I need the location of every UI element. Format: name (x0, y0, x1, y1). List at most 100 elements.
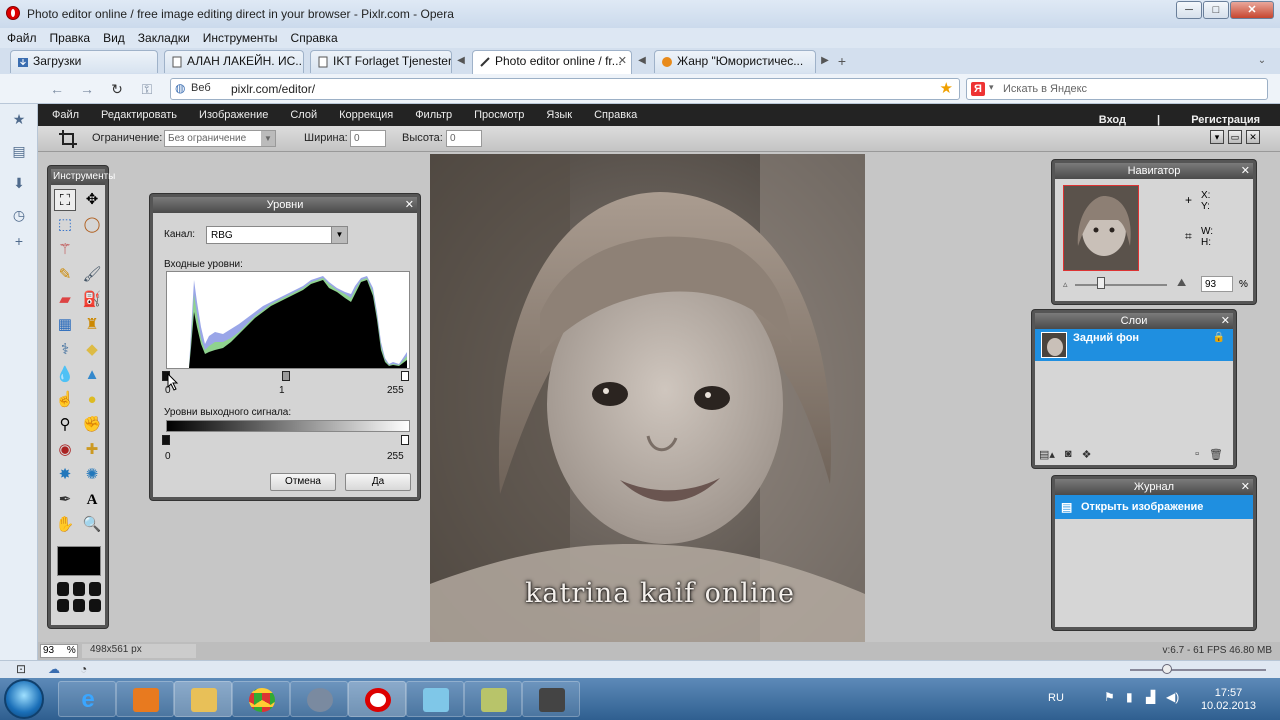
image-canvas[interactable]: katrina kaif online (430, 154, 865, 642)
taskbar-opera[interactable] (348, 681, 406, 717)
new-layer-icon[interactable]: ▫ (1195, 448, 1199, 461)
menu-edit[interactable]: Правка (43, 28, 97, 45)
taskbar-camera[interactable] (522, 681, 580, 717)
tab-menu-chevron-icon[interactable]: ⌄ (1256, 53, 1268, 69)
pixlr-menu-layer[interactable]: Слой (276, 104, 325, 121)
gradient-tool-icon[interactable]: ▦ (54, 314, 76, 336)
taskbar-explorer[interactable] (174, 681, 232, 717)
smudge-tool-icon[interactable]: ☝ (54, 389, 76, 411)
workspace-restore-icon[interactable]: ▭ (1228, 130, 1242, 144)
tab-close-icon[interactable]: ✕ (618, 51, 627, 72)
minimize-button[interactable]: ─ (1176, 1, 1202, 19)
input-gamma-slider[interactable] (282, 371, 290, 381)
login-link[interactable]: Вход (1085, 109, 1134, 126)
tab-pixlr[interactable]: Photo editor online / fr... ✕ (472, 50, 632, 74)
pixlr-menu-view[interactable]: Просмотр (460, 104, 532, 121)
pixlr-menu-image[interactable]: Изображение (185, 104, 276, 121)
menu-help[interactable]: Справка (284, 28, 344, 45)
zoom-out-icon[interactable]: ▵ (1063, 279, 1068, 290)
menu-file[interactable]: Файл (0, 28, 43, 45)
taskbar-ie[interactable]: e (58, 681, 116, 717)
workspace-close-icon[interactable]: ✕ (1246, 130, 1260, 144)
battery-icon[interactable]: ▮ (1126, 690, 1133, 704)
workspace-minimize-icon[interactable]: ▾ (1210, 130, 1224, 144)
tab-genre[interactable]: Жанр "Юмористичес... (654, 50, 816, 73)
network-icon[interactable]: ▟ (1146, 690, 1155, 704)
swatch-grid[interactable] (57, 582, 101, 612)
ok-button[interactable]: Да (345, 473, 411, 491)
tab-alan[interactable]: АЛАН ЛАКЕЙН. ИС... (164, 50, 304, 73)
zoom-tool-icon[interactable]: 🔍 (81, 514, 103, 536)
sharpen-tool-icon[interactable]: ▲ (81, 364, 103, 386)
drawing-tool-icon[interactable]: ◆ (81, 339, 103, 361)
spot-heal-tool-icon[interactable]: ✚ (81, 439, 103, 461)
search-input[interactable]: Я ▾ Искать в Яндекс (966, 78, 1268, 100)
clock[interactable]: 17:57 10.02.2013 (1201, 687, 1256, 713)
stamp-tool-icon[interactable]: ♜ (81, 314, 103, 336)
zoom-input[interactable]: 93 (1201, 276, 1233, 292)
brush-tool-icon[interactable]: 🖌 (81, 264, 103, 286)
color-swatch[interactable] (57, 546, 101, 576)
lock-icon[interactable]: 🔒 (1213, 329, 1225, 347)
notes-icon[interactable]: ▤ (10, 142, 28, 160)
tab-list-icon[interactable]: ▶ (819, 53, 831, 69)
menu-tools[interactable]: Инструменты (196, 28, 284, 45)
close-icon[interactable]: ✕ (1241, 479, 1250, 495)
input-white-slider[interactable] (401, 371, 409, 381)
lasso-tool-icon[interactable]: ◯ (81, 214, 103, 236)
taskbar-notes[interactable] (464, 681, 522, 717)
constraint-select[interactable]: Без ограничение ▼ (164, 130, 276, 147)
bookmarks-star-icon[interactable]: ★ (10, 110, 28, 128)
width-input[interactable]: 0 (350, 130, 386, 147)
opera-unite-icon[interactable]: ☁ (48, 662, 60, 676)
zoom-in-icon[interactable]: ⛰ (1177, 277, 1186, 290)
pencil-tool-icon[interactable]: ✎ (54, 264, 76, 286)
reload-icon[interactable]: ↻ (106, 80, 128, 98)
menu-bookmarks[interactable]: Закладки (131, 28, 196, 45)
paint-bucket-tool-icon[interactable]: ⛽ (81, 289, 103, 311)
bookmark-star-icon[interactable]: ★ (940, 79, 953, 97)
url-field[interactable]: Веб pixlr.com/editor/ ★ (170, 78, 960, 100)
dodge-tool-icon[interactable]: ⚲ (54, 414, 76, 436)
taskbar-media-player[interactable] (116, 681, 174, 717)
cancel-button[interactable]: Отмена (270, 473, 336, 491)
maximize-button[interactable]: □ (1203, 1, 1229, 19)
pixlr-menu-language[interactable]: Язык (532, 104, 580, 121)
key-icon[interactable]: ⚿ (136, 80, 158, 98)
pixlr-menu-adjustment[interactable]: Коррекция (325, 104, 401, 121)
hand-tool-icon[interactable]: ✋ (54, 514, 76, 536)
red-eye-tool-icon[interactable]: ◉ (54, 439, 76, 461)
delete-layer-icon[interactable]: 🗑 (1209, 448, 1223, 461)
magic-wand-tool-icon[interactable]: ⚚ (54, 239, 76, 261)
move-tool-icon[interactable]: ✥ (81, 189, 103, 211)
tab-ikt[interactable]: IKT Forlaget Tjenester (310, 50, 452, 73)
close-icon[interactable]: ✕ (405, 197, 414, 213)
register-link[interactable]: Регистрация (1177, 109, 1268, 126)
layer-mask-icon[interactable]: ◙ (1065, 448, 1072, 461)
output-white-slider[interactable] (401, 435, 409, 445)
tab-scroll-right-icon[interactable]: ◀ (636, 53, 648, 69)
start-button[interactable] (4, 679, 44, 719)
taskbar-app[interactable] (290, 681, 348, 717)
turbo-icon[interactable]: ◔ (80, 662, 87, 676)
menu-view[interactable]: Вид (96, 28, 131, 45)
flag-icon[interactable]: ⚑ (1104, 690, 1115, 704)
pinch-tool-icon[interactable]: ✺ (81, 464, 103, 486)
history-row[interactable]: ▤ Открыть изображение (1055, 495, 1253, 519)
volume-icon[interactable]: ◀) (1166, 690, 1179, 704)
yandex-icon[interactable]: Я (971, 82, 985, 96)
pixlr-menu-file[interactable]: Файл (38, 104, 87, 121)
new-tab-icon[interactable]: + (836, 53, 848, 69)
navigator-thumbnail[interactable] (1063, 185, 1139, 271)
close-window-button[interactable]: ✕ (1230, 1, 1274, 19)
close-icon[interactable]: ✕ (1221, 313, 1230, 329)
search-engine-dropdown-icon[interactable]: ▾ (989, 82, 994, 93)
zoom-slider-handle[interactable] (1097, 277, 1105, 289)
blur-tool-icon[interactable]: 💧 (54, 364, 76, 386)
close-icon[interactable]: ✕ (1241, 163, 1250, 179)
page-zoom-slider[interactable] (1130, 669, 1266, 671)
add-panel-icon[interactable]: + (10, 232, 28, 250)
burn-tool-icon[interactable]: ✊ (81, 414, 103, 436)
taskbar-paint[interactable] (406, 681, 464, 717)
height-input[interactable]: 0 (446, 130, 482, 147)
